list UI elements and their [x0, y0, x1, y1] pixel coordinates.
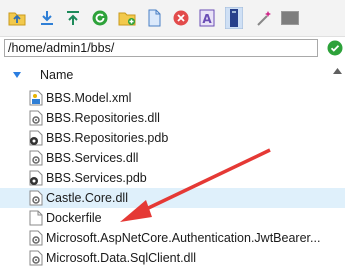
pdb-file-icon	[28, 170, 44, 186]
navigate-up-folder-icon	[8, 12, 26, 26]
rename-icon: A	[199, 9, 215, 27]
check-icon[interactable]	[327, 40, 343, 56]
refresh-icon	[92, 10, 108, 26]
download-button[interactable]	[36, 7, 58, 29]
wand-icon	[257, 11, 271, 26]
new-folder-button[interactable]	[116, 7, 138, 29]
dll-file-icon	[28, 110, 44, 126]
rename-button[interactable]: A	[196, 7, 218, 29]
download-icon	[41, 11, 53, 25]
file-row[interactable]: BBS.Services.dll	[0, 148, 345, 168]
dll-file-icon	[28, 230, 44, 246]
dll-file-icon	[28, 190, 44, 206]
file-name: Microsoft.Data.SqlClient.dll	[46, 251, 197, 265]
scroll-up-arrow-icon[interactable]	[333, 68, 342, 74]
delete-icon	[173, 10, 189, 26]
file-row[interactable]: Microsoft.Data.SqlClient.dll	[0, 248, 345, 268]
file-name: Castle.Core.dll	[46, 191, 128, 205]
upload-icon	[67, 11, 79, 25]
file-row[interactable]: Microsoft.AspNetCore.Authentication.JwtB…	[0, 228, 345, 248]
new-file-icon	[148, 9, 161, 27]
path-bar	[4, 39, 343, 59]
file-name: Dockerfile	[46, 211, 102, 225]
file-row[interactable]: Dockerfile	[0, 208, 345, 228]
file-name: BBS.Services.dll	[46, 151, 139, 165]
new-file-button[interactable]	[143, 7, 165, 29]
dll-file-icon	[28, 150, 44, 166]
file-name: BBS.Model.xml	[46, 91, 132, 105]
sort-ascending-icon	[13, 72, 21, 78]
new-folder-icon	[118, 12, 136, 26]
refresh-button[interactable]	[89, 7, 111, 29]
file-row[interactable]: BBS.Repositories.dll	[0, 108, 345, 128]
xml-file-icon	[28, 90, 44, 106]
upload-button[interactable]	[62, 7, 84, 29]
column-header-name[interactable]: Name	[0, 64, 345, 86]
file-row[interactable]: BBS.Repositories.pdb	[0, 128, 345, 148]
column-label-name: Name	[40, 68, 74, 82]
file-name: BBS.Repositories.dll	[46, 111, 160, 125]
terminal-icon	[281, 11, 299, 25]
file-name: BBS.Services.pdb	[46, 171, 147, 185]
file-row[interactable]: BBS.Model.xml	[0, 88, 345, 108]
navigate-up-button[interactable]	[6, 7, 28, 29]
path-input[interactable]	[4, 39, 318, 57]
terminal-button[interactable]	[279, 7, 301, 29]
dll-file-icon	[28, 250, 44, 266]
file-row[interactable]: Castle.Core.dll	[0, 188, 345, 208]
properties-icon	[225, 7, 243, 29]
file-row[interactable]: BBS.Services.pdb	[0, 168, 345, 188]
svg-text:A: A	[202, 12, 212, 26]
file-name: Microsoft.AspNetCore.Authentication.JwtB…	[46, 231, 321, 245]
pdb-file-icon	[28, 130, 44, 146]
file-icon	[28, 210, 44, 226]
file-list: Name BBS.Model.xml BBS.Repositories.dll BB…	[0, 62, 345, 268]
file-name: BBS.Repositories.pdb	[46, 131, 169, 145]
wand-button[interactable]	[253, 7, 275, 29]
properties-button[interactable]	[223, 7, 245, 29]
delete-button[interactable]	[170, 7, 192, 29]
toolbar: A	[0, 0, 345, 37]
